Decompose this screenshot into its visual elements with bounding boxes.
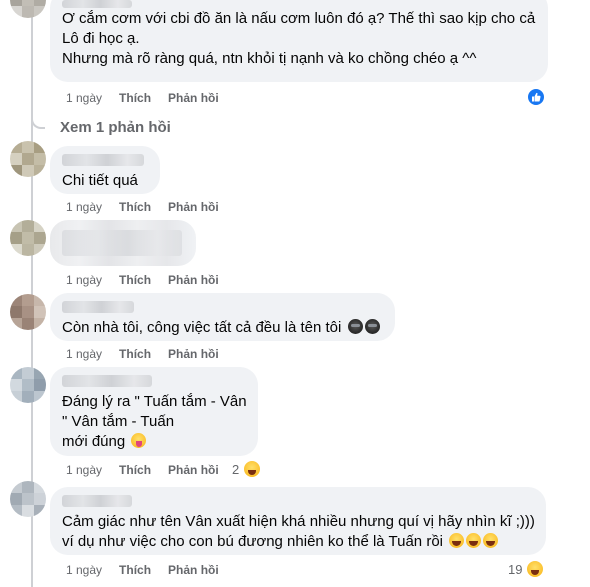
comment-text: Lô đi học ạ. <box>62 30 140 47</box>
like-button[interactable]: Thích <box>119 563 151 577</box>
commenter-name-blurred <box>62 0 132 8</box>
comment-text: Đáng lý ra " Tuấn tắm - Vân <box>62 393 247 410</box>
reply-button[interactable]: Phản hồi <box>168 563 219 577</box>
haha-icon <box>525 559 546 579</box>
dark-face-icon <box>347 319 363 334</box>
comment-bubble: Chi tiết quá <box>50 146 160 194</box>
like-button[interactable]: Thích <box>119 273 151 287</box>
dark-face-icon <box>364 319 380 334</box>
reaction-summary[interactable]: 2 <box>232 459 263 479</box>
comment-bubble: Ơ cắm cơm với cbi đồ ăn là nấu cơm luôn … <box>50 0 548 82</box>
reply-button[interactable]: Phản hồi <box>168 273 219 287</box>
reply-button[interactable]: Phản hồi <box>168 91 219 105</box>
comment-text: Nhưng mà rõ ràng quá, ntn khỏi tị nạnh v… <box>62 50 477 67</box>
comment-bubble: Cảm giác như tên Vân xuất hiện khá nhiều… <box>50 487 546 555</box>
comment-time[interactable]: 1 ngày <box>66 200 102 214</box>
comment-actions: 1 ngày Thích Phản hồi <box>66 463 236 477</box>
comment-bubble: Còn nhà tôi, công việc tất cả đều là tên… <box>50 293 395 341</box>
comment-text: " Vân tắm - Tuấn <box>62 413 175 430</box>
laugh-face-icon <box>483 533 499 548</box>
tongue-face-icon <box>131 433 147 448</box>
comment-time[interactable]: 1 ngày <box>66 91 102 105</box>
comment-text: Ơ cắm cơm với cbi đồ ăn là nấu cơm luôn … <box>62 10 536 27</box>
comment-actions: 1 ngày Thích Phản hồi <box>66 563 236 577</box>
comment-actions: 1 ngày Thích Phản hồi <box>66 347 236 361</box>
laugh-face-icon <box>466 533 482 548</box>
comment-text: mới đúng <box>62 432 246 452</box>
view-replies-link[interactable]: Xem 1 phản hồi <box>60 119 171 136</box>
avatar <box>10 367 46 403</box>
like-icon <box>526 87 546 107</box>
like-button[interactable]: Thích <box>119 463 151 477</box>
comment-text: ví dụ như việc cho con bú đương nhiên ko… <box>62 532 534 552</box>
comment-text: Còn nhà tôi, công việc tất cả đều là tên… <box>62 318 383 338</box>
comment-text: Chi tiết quá <box>62 172 138 189</box>
like-button[interactable]: Thích <box>119 91 151 105</box>
comment-time[interactable]: 1 ngày <box>66 463 102 477</box>
commenter-name-blurred <box>62 301 134 313</box>
laugh-face-icon <box>449 533 465 548</box>
avatar <box>10 0 46 18</box>
avatar <box>10 481 46 517</box>
reaction-summary[interactable] <box>526 87 546 107</box>
avatar <box>10 141 46 177</box>
commenter-name-blurred <box>62 495 132 507</box>
comment-time[interactable]: 1 ngày <box>66 563 102 577</box>
reply-button[interactable]: Phản hồi <box>168 463 219 477</box>
reply-button[interactable]: Phản hồi <box>168 200 219 214</box>
commenter-name-blurred <box>62 154 144 166</box>
like-button[interactable]: Thích <box>119 347 151 361</box>
thread-branch <box>31 115 45 129</box>
reply-button[interactable]: Phản hồi <box>168 347 219 361</box>
comment-actions: 1 ngày Thích Phản hồi <box>66 91 236 105</box>
comment-bubble <box>50 220 196 266</box>
like-button[interactable]: Thích <box>119 200 151 214</box>
comment-actions: 1 ngày Thích Phản hồi <box>66 200 236 214</box>
haha-icon <box>242 459 263 479</box>
avatar <box>10 294 46 330</box>
comment-actions: 1 ngày Thích Phản hồi <box>66 273 236 287</box>
comment-text: Cảm giác như tên Vân xuất hiện khá nhiều… <box>62 513 535 530</box>
reaction-count: 2 <box>232 461 240 477</box>
comment-bubble: Đáng lý ra " Tuấn tắm - Vân " Vân tắm - … <box>50 367 258 456</box>
reaction-count: 19 <box>508 561 523 577</box>
comment-text-blurred <box>62 230 182 256</box>
reaction-summary[interactable]: 19 <box>508 559 546 579</box>
avatar <box>10 220 46 256</box>
comment-time[interactable]: 1 ngày <box>66 273 102 287</box>
commenter-name-blurred <box>62 375 152 387</box>
comment-time[interactable]: 1 ngày <box>66 347 102 361</box>
